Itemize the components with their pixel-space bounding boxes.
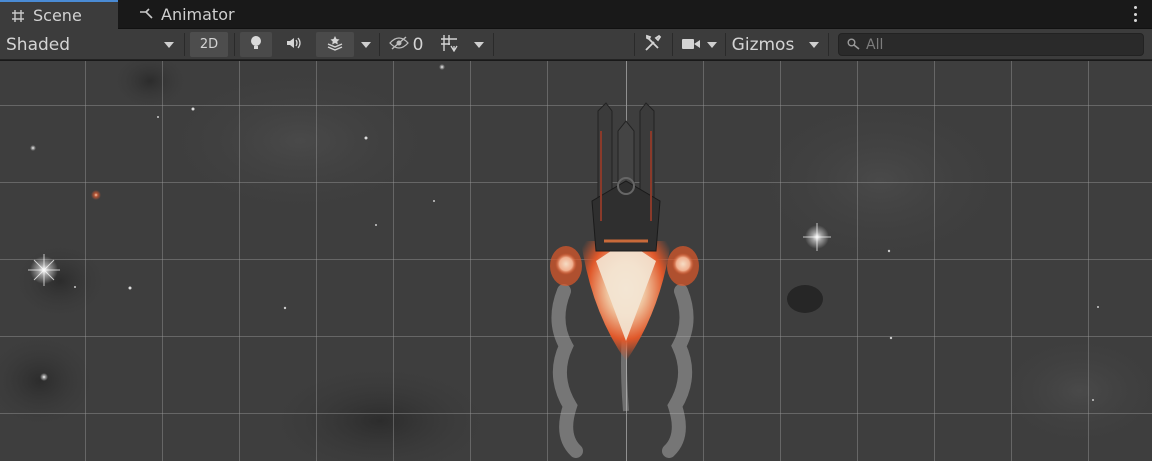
search-icon (847, 36, 860, 54)
grid-dropdown-button[interactable] (468, 32, 490, 57)
scene-search-field[interactable] (838, 33, 1144, 56)
tab-animator[interactable]: Animator (128, 0, 245, 29)
more-options-icon[interactable] (1130, 5, 1140, 23)
toolbar-divider (184, 33, 185, 56)
chevron-down-icon (474, 41, 484, 48)
toolbar-divider (234, 33, 235, 56)
shading-mode-label: Shaded (6, 34, 71, 55)
toolbar-divider (672, 33, 673, 56)
toolbar-divider (634, 33, 635, 56)
effects-toggle-button[interactable] (316, 32, 354, 57)
chevron-down-icon (164, 41, 174, 48)
tools-button[interactable] (638, 32, 668, 57)
shading-mode-dropdown[interactable]: Shaded (0, 32, 180, 57)
scene-visibility-button[interactable]: 0 (382, 32, 430, 57)
tab-animator-label: Animator (161, 5, 235, 24)
gizmos-label: Gizmos (731, 34, 795, 55)
editor-tab-bar: Scene Animator (0, 0, 1152, 29)
camera-icon (681, 36, 701, 54)
lighting-toggle-button[interactable] (240, 32, 272, 57)
grid-hash-icon (10, 8, 26, 24)
speaker-icon (285, 36, 303, 54)
toolbar-divider (828, 33, 829, 56)
chevron-down-icon (361, 41, 371, 48)
grid-snap-icon (440, 34, 458, 56)
animator-icon (138, 7, 154, 23)
lightbulb-icon (249, 35, 263, 55)
gizmos-dropdown-button[interactable] (803, 32, 825, 57)
eye-slash-icon (388, 35, 409, 54)
spaceship-sprite[interactable] (526, 91, 726, 461)
toolbar-divider (379, 33, 380, 56)
gizmos-button[interactable]: Gizmos (728, 32, 798, 57)
effects-dropdown-button[interactable] (355, 32, 377, 57)
toolbar-divider (725, 33, 726, 56)
wrench-tools-icon (644, 34, 662, 56)
camera-settings-button[interactable] (676, 32, 722, 57)
scene-toolbar: Shaded 2D 0 Gizmos All (0, 29, 1152, 60)
grid-snap-toggle-button[interactable] (434, 32, 464, 57)
hidden-objects-count: 0 (412, 34, 424, 55)
tab-scene-label: Scene (33, 6, 82, 25)
tab-scene[interactable]: Scene (0, 0, 118, 29)
chevron-down-icon (707, 41, 717, 48)
toolbar-divider (493, 33, 494, 56)
mode-2d-label: 2D (199, 37, 219, 52)
mode-2d-button[interactable]: 2D (190, 32, 228, 57)
effects-layers-icon (326, 35, 344, 55)
audio-toggle-button[interactable] (278, 32, 310, 57)
scene-viewport[interactable] (0, 61, 1152, 461)
chevron-down-icon (809, 41, 819, 48)
search-input[interactable] (866, 36, 1126, 53)
